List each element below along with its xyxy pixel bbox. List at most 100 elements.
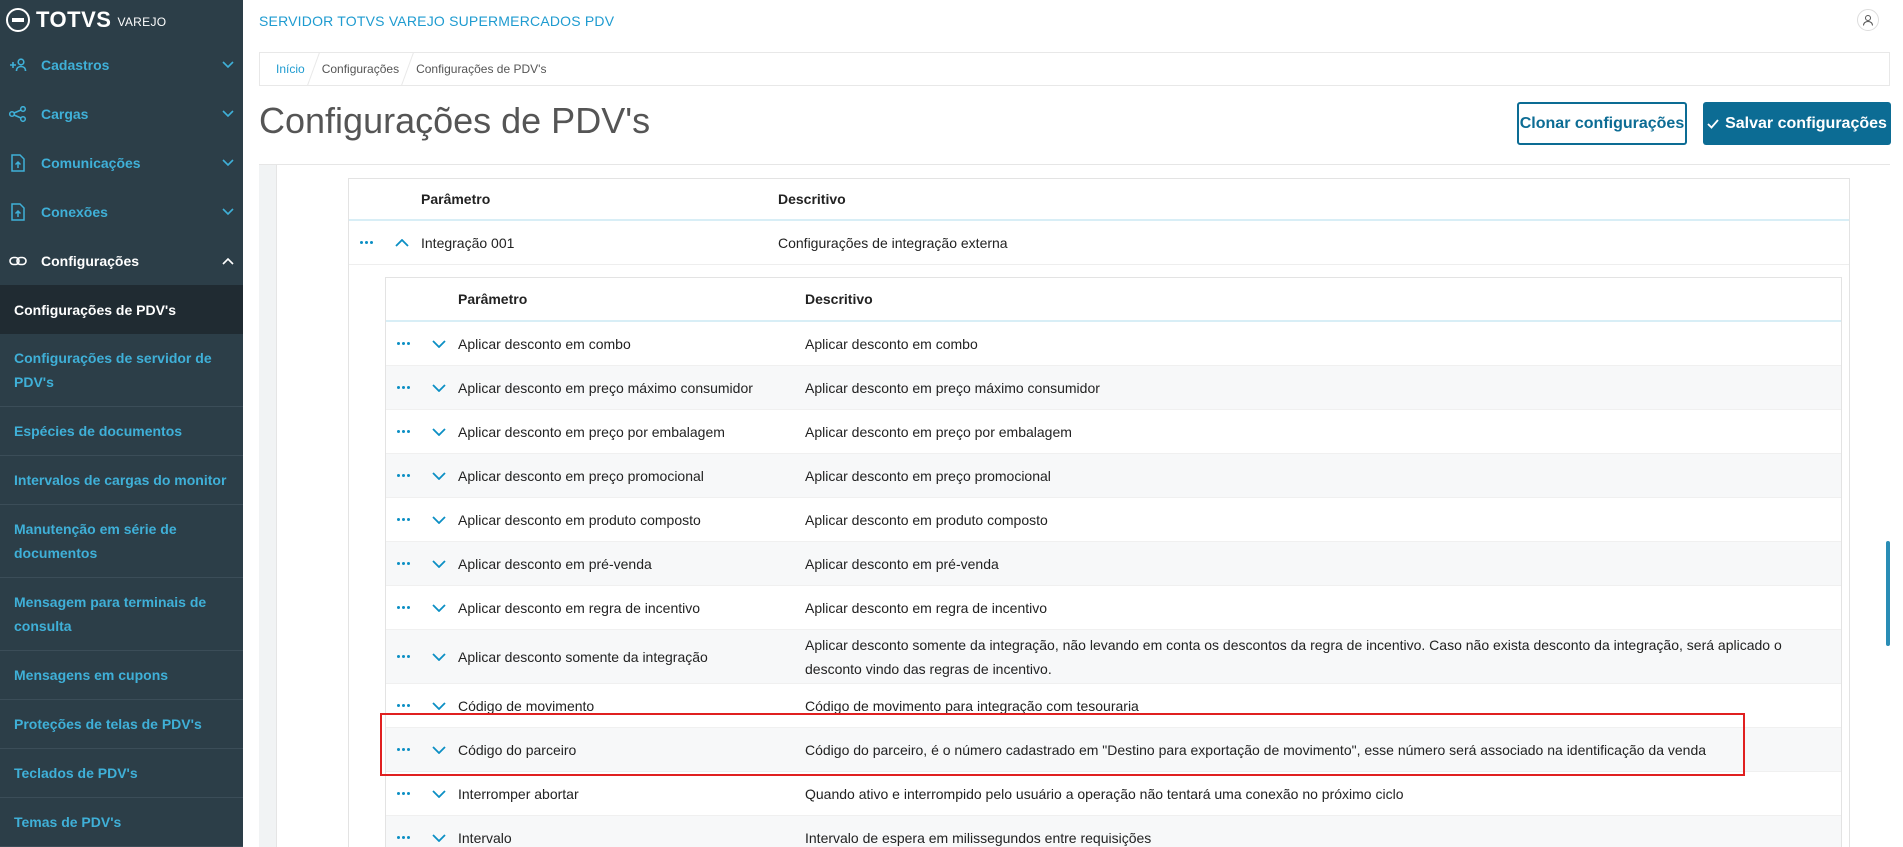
more-options-icon[interactable] xyxy=(386,474,420,477)
sidebar-group-cargas[interactable]: Cargas xyxy=(0,89,243,138)
more-options-icon[interactable] xyxy=(386,704,420,707)
breadcrumb-current: Configurações de PDV's xyxy=(416,62,547,76)
more-options-icon[interactable] xyxy=(386,655,420,658)
sidebar-item-teclados[interactable]: Teclados de PDV's xyxy=(0,749,243,798)
breadcrumb: Início Configurações Configurações de PD… xyxy=(259,52,1890,86)
row-desc: Aplicar desconto em pré-venda xyxy=(805,555,999,572)
chevron-down-icon[interactable] xyxy=(420,427,458,436)
table-row[interactable]: Código de movimento Código de movimento p… xyxy=(386,684,1841,728)
column-header-param[interactable]: Parâmetro xyxy=(421,191,778,207)
brand-name: TOTVS xyxy=(36,7,112,32)
link-icon xyxy=(7,252,29,270)
sidebar-item-manutencao[interactable]: Manutenção em série de documentos xyxy=(0,505,243,578)
column-header-desc[interactable]: Descritivo xyxy=(778,187,1849,211)
chevron-down-icon[interactable] xyxy=(420,701,458,710)
chevron-down-icon xyxy=(213,158,243,167)
breadcrumb-inicio[interactable]: Início xyxy=(268,62,313,76)
sidebar-group-label: Cadastros xyxy=(41,56,110,73)
table-row[interactable]: Aplicar desconto em preço máximo consumi… xyxy=(386,366,1841,410)
more-options-icon[interactable] xyxy=(386,518,420,521)
row-desc: Aplicar desconto em regra de incentivo xyxy=(805,599,1048,616)
row-param: Interromper abortar xyxy=(458,785,579,802)
row-param: Aplicar desconto em pré-venda xyxy=(458,555,652,572)
chevron-up-icon[interactable] xyxy=(383,238,421,247)
sidebar-item-configuracoes-pdv[interactable]: Configurações de PDV's xyxy=(0,285,243,334)
more-options-icon[interactable] xyxy=(386,430,420,433)
chevron-down-icon[interactable] xyxy=(420,339,458,348)
more-options-icon[interactable] xyxy=(386,342,420,345)
group-desc: Configurações de integração externa xyxy=(778,234,1008,251)
sidebar-group-cadastros[interactable]: Cadastros xyxy=(0,40,243,89)
sidebar-group-label: Comunicações xyxy=(41,154,141,171)
sidebar-group-conexoes[interactable]: Conexões xyxy=(0,187,243,236)
table-row[interactable]: Interromper abortar Quando ativo e interr… xyxy=(386,772,1841,816)
chevron-down-icon[interactable] xyxy=(420,833,458,842)
column-header-param[interactable]: Parâmetro xyxy=(458,291,805,307)
more-options-icon[interactable] xyxy=(386,386,420,389)
sidebar-group-comunicacoes[interactable]: Comunicações xyxy=(0,138,243,187)
sidebar-group-label: Conexões xyxy=(41,203,108,220)
save-button-label: Salvar configurações xyxy=(1725,114,1887,132)
row-param: Aplicar desconto em preço por embalagem xyxy=(458,423,725,440)
chevron-down-icon[interactable] xyxy=(420,471,458,480)
row-desc: Aplicar desconto somente da integração, … xyxy=(805,636,1782,677)
more-options-icon[interactable] xyxy=(386,836,420,839)
more-options-icon[interactable] xyxy=(386,562,420,565)
table-row[interactable]: Aplicar desconto em pré-venda Aplicar des… xyxy=(386,542,1841,586)
topbar: SERVIDOR TOTVS VAREJO SUPERMERCADOS PDV xyxy=(243,0,1903,42)
breadcrumb-configuracoes[interactable]: Configurações xyxy=(314,62,407,76)
sidebar-item-intervalos[interactable]: Intervalos de cargas do monitor xyxy=(0,456,243,505)
more-options-icon[interactable] xyxy=(349,241,383,244)
row-desc: Código de movimento para integração com … xyxy=(805,697,1139,714)
chevron-down-icon xyxy=(213,207,243,216)
sidebar-item-especies[interactable]: Espécies de documentos xyxy=(0,407,243,456)
row-desc: Aplicar desconto em preço máximo consumi… xyxy=(805,379,1100,396)
upload-file-icon xyxy=(7,153,29,172)
sidebar-item-temas[interactable]: Temas de PDV's xyxy=(0,798,243,847)
chevron-down-icon[interactable] xyxy=(420,515,458,524)
column-header-desc[interactable]: Descritivo xyxy=(805,287,1841,311)
row-desc: Quando ativo e interrompido pelo usuário… xyxy=(805,785,1404,802)
sidebar-item-mensagem-terminais[interactable]: Mensagem para terminais de consulta xyxy=(0,578,243,651)
row-param: Aplicar desconto em regra de incentivo xyxy=(458,599,701,616)
chevron-down-icon[interactable] xyxy=(420,652,458,661)
sidebar-item-mensagens-cupons[interactable]: Mensagens em cupons xyxy=(0,651,243,700)
row-param: Intervalo xyxy=(458,829,512,846)
chevron-down-icon[interactable] xyxy=(420,559,458,568)
share-icon xyxy=(7,105,29,123)
scrollbar-thumb[interactable] xyxy=(1886,541,1890,646)
table-row[interactable]: Aplicar desconto somente da integração Ap… xyxy=(386,630,1841,684)
table-row[interactable]: Aplicar desconto em regra de incentivo Ap… xyxy=(386,586,1841,630)
table-row[interactable]: Aplicar desconto em produto composto Apli… xyxy=(386,498,1841,542)
table-row[interactable]: Aplicar desconto em preço promocional Apl… xyxy=(386,454,1841,498)
table-header: Parâmetro Descritivo xyxy=(349,179,1849,221)
nested-table-header: Parâmetro Descritivo xyxy=(386,278,1841,322)
parameters-table: Parâmetro Descritivo Integração 001 Conf… xyxy=(348,178,1850,847)
brand-logo[interactable]: TOTVS VAREJO xyxy=(0,0,243,40)
chevron-down-icon[interactable] xyxy=(420,745,458,754)
row-param: Código do parceiro xyxy=(458,741,577,758)
chevron-down-icon[interactable] xyxy=(420,789,458,798)
sidebar-item-protecoes[interactable]: Proteções de telas de PDV's xyxy=(0,700,243,749)
sidebar-group-configuracoes[interactable]: Configurações xyxy=(0,236,243,285)
chevron-down-icon[interactable] xyxy=(420,603,458,612)
upload-file-icon xyxy=(7,202,29,221)
table-row[interactable]: Código do parceiro Código do parceiro, é … xyxy=(386,728,1841,772)
sidebar-group-label: Cargas xyxy=(41,105,89,122)
sidebar-item-config-servidor[interactable]: Configurações de servidor de PDV's xyxy=(0,334,243,407)
table-row[interactable]: Aplicar desconto em combo Aplicar descont… xyxy=(386,322,1841,366)
table-row[interactable]: Intervalo Intervalo de espera em milisseg… xyxy=(386,816,1841,847)
more-options-icon[interactable] xyxy=(386,748,420,751)
chevron-down-icon[interactable] xyxy=(420,383,458,392)
save-configurations-button[interactable]: Salvar configurações xyxy=(1703,102,1891,145)
more-options-icon[interactable] xyxy=(386,792,420,795)
clone-configurations-button[interactable]: Clonar configurações xyxy=(1517,102,1687,145)
chevron-up-icon xyxy=(213,257,243,265)
table-row-group[interactable]: Integração 001 Configurações de integraç… xyxy=(349,221,1849,265)
nested-parameters-table: Parâmetro Descritivo Aplicar desconto em… xyxy=(385,277,1842,847)
table-row[interactable]: Aplicar desconto em preço por embalagem A… xyxy=(386,410,1841,454)
row-desc: Aplicar desconto em produto composto xyxy=(805,511,1048,528)
more-options-icon[interactable] xyxy=(386,606,420,609)
user-profile-icon[interactable] xyxy=(1857,9,1879,31)
row-param: Aplicar desconto em preço promocional xyxy=(458,467,704,484)
